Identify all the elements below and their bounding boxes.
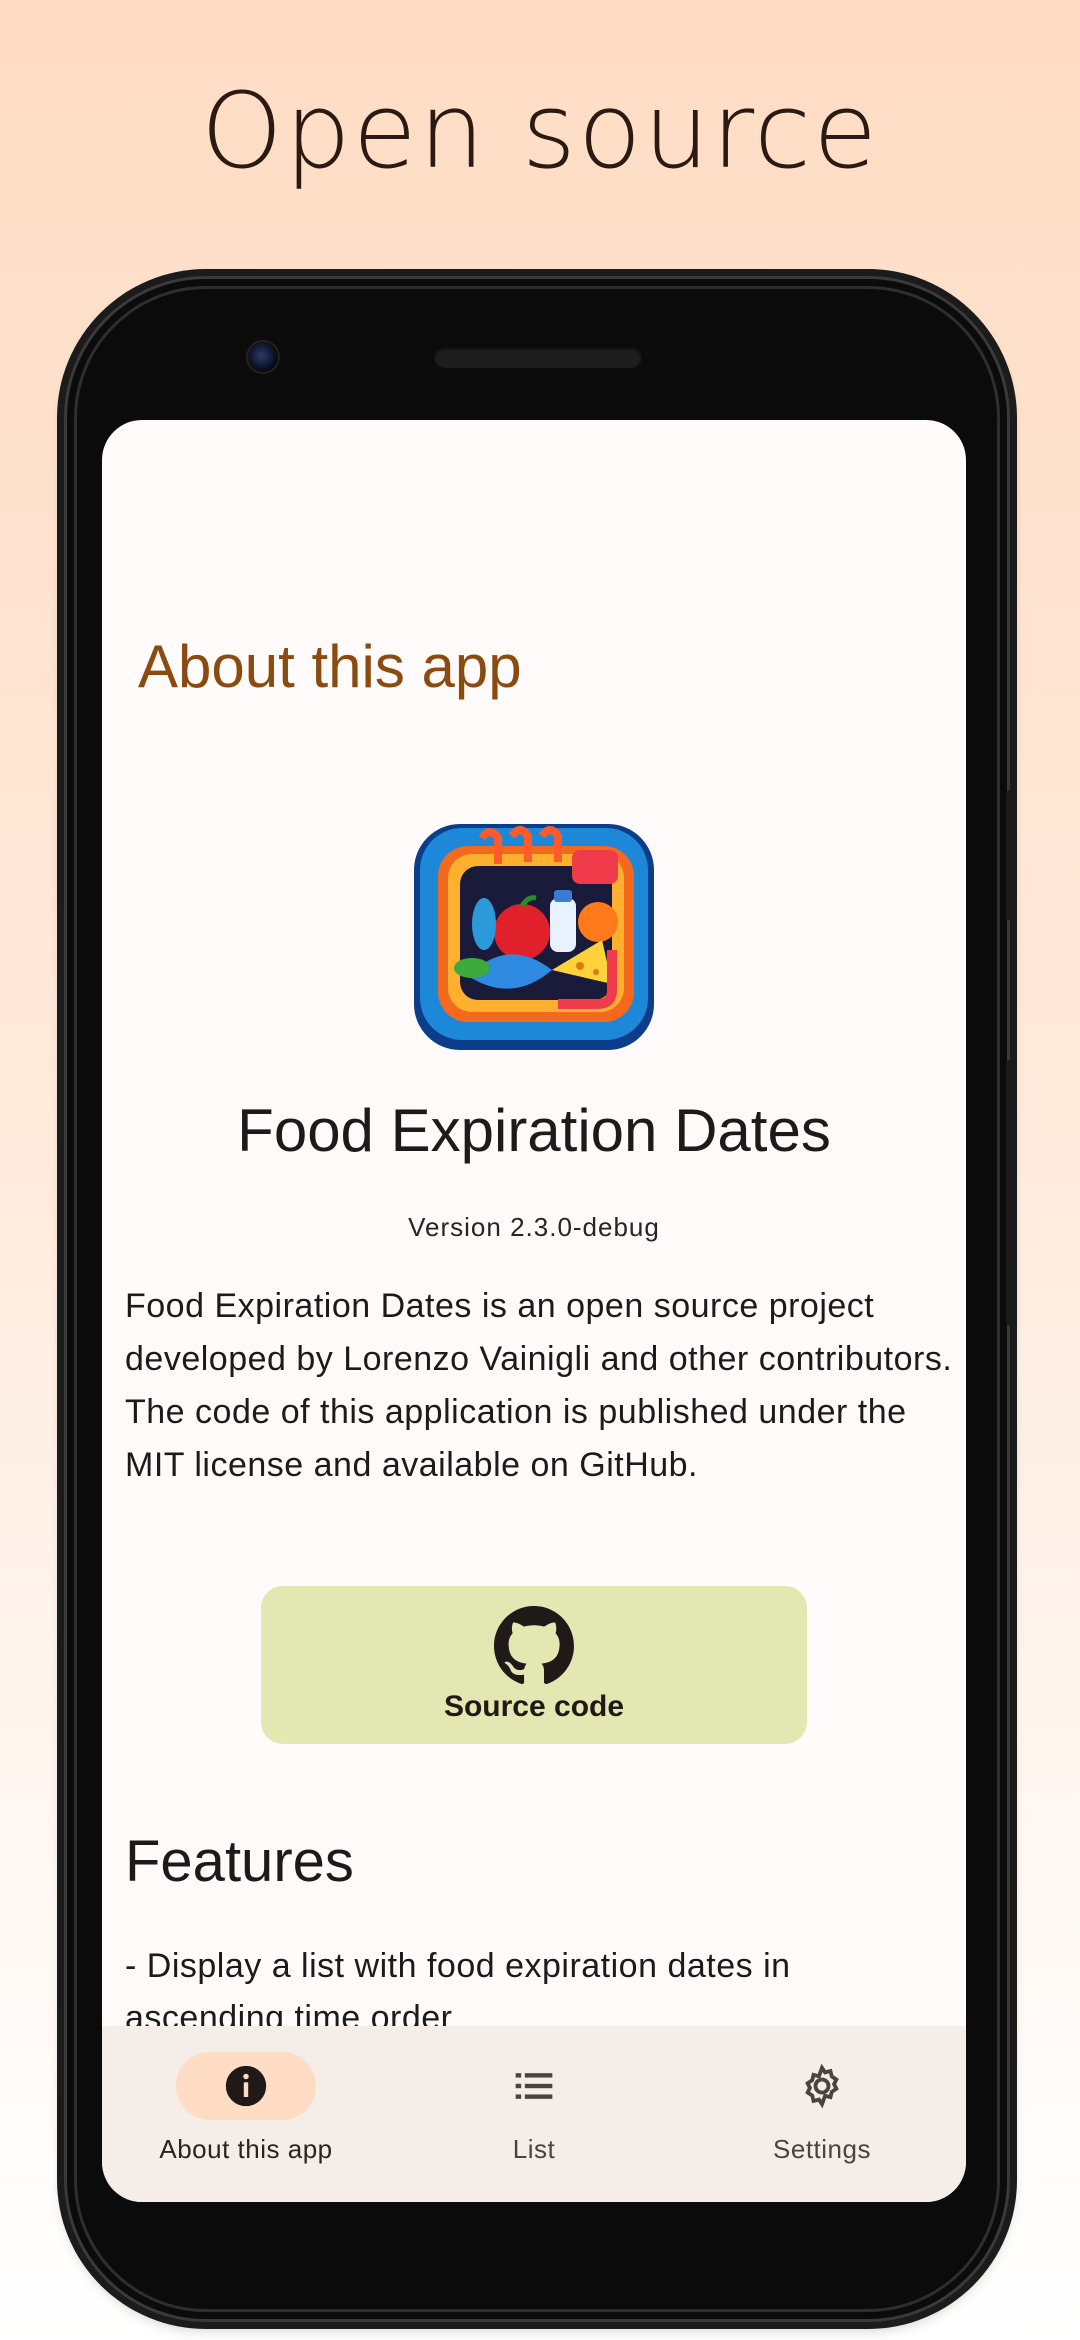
list-icon <box>515 2073 553 2099</box>
power-button <box>1006 790 1016 920</box>
features-heading: Features <box>125 1829 354 1894</box>
app-screen: About this app Food Expiration Dates Ver… <box>102 420 966 2202</box>
nav-item-settings[interactable]: Settings <box>678 2026 966 2202</box>
gear-icon <box>805 2063 839 2109</box>
github-icon <box>494 1606 574 1685</box>
nav-active-indicator <box>176 2052 316 2120</box>
source-code-label: Source code <box>443 1690 625 1723</box>
earpiece-speaker <box>434 346 642 368</box>
app-name: Food Expiration Dates <box>237 1097 831 1164</box>
source-code-button[interactable]: Source code <box>261 1586 807 1744</box>
app-version: Version 2.3.0-debug <box>408 1212 660 1242</box>
page-title: About this app <box>138 633 522 700</box>
front-camera <box>246 340 280 374</box>
nav-label: List <box>512 2134 556 2164</box>
info-icon <box>225 2065 267 2107</box>
app-description: Food Expiration Dates is an open source … <box>125 1280 955 1492</box>
description-paragraph: The code of this application is publishe… <box>125 1393 907 1484</box>
nav-item-about[interactable]: About this app <box>102 2026 390 2202</box>
nav-item-list[interactable]: List <box>390 2026 678 2202</box>
nav-label: About this app <box>159 2134 333 2164</box>
nav-label: Settings <box>773 2134 871 2164</box>
volume-button <box>1006 1060 1016 1326</box>
headline: Open source <box>200 70 880 192</box>
app-logo <box>414 824 654 1050</box>
description-paragraph: Food Expiration Dates is an open source … <box>125 1287 953 1378</box>
bottom-navigation-bar: About this app List Settings <box>102 2026 966 2202</box>
